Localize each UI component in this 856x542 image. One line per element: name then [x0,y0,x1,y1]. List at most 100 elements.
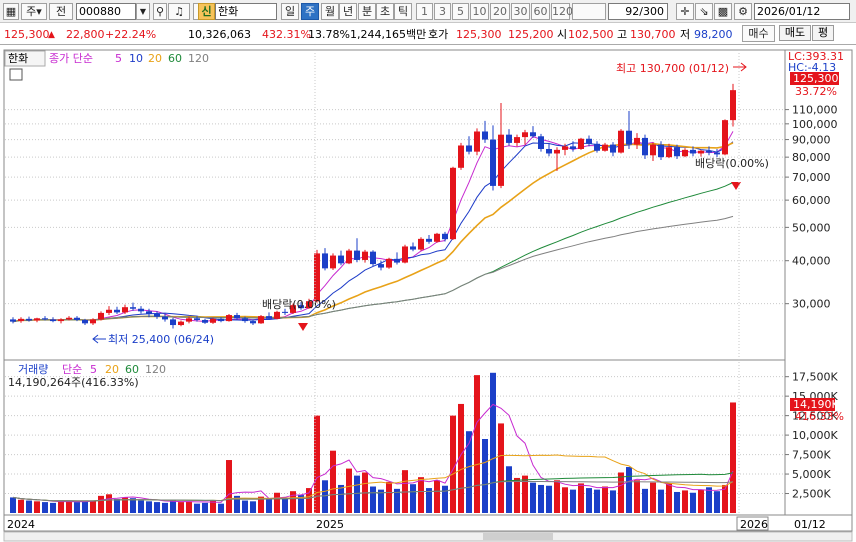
volume-bar [114,498,120,513]
candle-body [354,250,360,260]
date-field[interactable]: 2026/01/12 [754,3,850,20]
volume-bar [26,500,32,513]
candle-body [642,137,648,156]
volume-bar [642,488,648,513]
interval-1-button[interactable]: 3 [434,3,451,20]
volume-bar [242,500,248,513]
gear-icon[interactable]: ⚙ [734,3,752,20]
interval-5-button[interactable]: 30 [511,3,530,20]
volume-bar [538,484,544,513]
candle-body [714,152,720,155]
candle-body [378,264,384,268]
volume-bar [698,489,704,513]
interval-2-button[interactable]: 5 [452,3,469,20]
volume-bar [178,502,184,513]
candle-body [154,313,160,317]
volume-bar [626,467,632,513]
period-1-button[interactable]: 주 [301,3,319,20]
period-6-button[interactable]: 틱 [394,3,412,20]
interval-6-button[interactable]: 60 [531,3,550,20]
low-note: 최저 25,400 (06/24) [108,333,214,346]
scrollbar[interactable] [3,531,853,542]
count-field[interactable]: 92/300 [608,3,668,20]
prev-button[interactable]: 전 [49,3,73,20]
candle-body [362,251,368,260]
buy-button[interactable]: 매수 [742,25,775,42]
volume-bar [682,490,688,513]
candle-body [42,318,48,320]
volume-bar [546,485,552,513]
interval-4-button[interactable]: 20 [490,3,510,20]
code-input[interactable]: 000880 [76,3,136,20]
candle-body [530,132,536,137]
volume-tick-label: 2,500K [792,488,831,501]
interval-input[interactable] [572,3,606,20]
price-tick-label: 90,000 [792,134,831,147]
period-3-button[interactable]: 년 [339,3,357,20]
interval-3-button[interactable]: 10 [470,3,489,20]
volume-info: 14,190,264주(416.33%) [8,376,139,389]
candle-body [610,144,616,153]
volume-bar [74,502,80,513]
candle-body [330,255,336,269]
candle-body [458,145,464,168]
candle-body [66,317,72,320]
candle-body [418,238,424,250]
volume-bar [90,500,96,513]
save-icon[interactable]: ▩ [714,3,732,20]
eval-button[interactable]: 평 [812,25,834,41]
interval-7-button[interactable]: 120 [551,3,573,20]
volume-title: 거래량 [18,363,48,376]
stock-name-field[interactable]: 한화 [215,3,277,20]
speaker-icon[interactable]: ♫ [168,3,190,20]
current-volume-pct: 416.33% [795,410,844,423]
volume-bar [282,497,288,513]
bid-price: 125,200 [508,28,554,41]
volume-bar [274,492,280,513]
table-icon[interactable] [9,68,23,81]
chart-tool-icon[interactable]: ⇘ [695,3,713,20]
code-dropdown-icon[interactable]: ▼ [136,3,150,20]
open-label: 시 [557,28,568,41]
market-select[interactable]: 주▾ [21,3,47,20]
interval-0-button[interactable]: 1 [416,3,433,20]
candle-body [650,144,656,156]
candle-body [202,319,208,323]
volume-bar [650,482,656,513]
volume-value: 10,326,063 [188,28,251,41]
trade-amount: 1,244,165백만 [350,28,427,41]
crosshair-icon[interactable]: ✛ [676,3,694,20]
candle-body [106,309,112,313]
period-2-button[interactable]: 월 [321,3,339,20]
volume-bar [474,375,480,513]
volume-bar [10,497,16,513]
candle-body [98,312,104,320]
candle-body [346,250,352,264]
dividend-note-1: 배당락(0.00%) [262,298,336,311]
candle-body [130,307,136,309]
volume-bar [82,501,88,513]
current-price-axis-label: 125,300 [793,72,839,85]
period-5-button[interactable]: 초 [376,3,394,20]
candle-body [58,319,64,322]
layout-icon[interactable]: ▦ [3,3,19,20]
candle-body [522,132,528,138]
stock-tag: 한화 [8,52,28,65]
volume-bar [290,491,296,513]
sell-button[interactable]: 매도 [779,25,811,41]
scrollbar-thumb[interactable] [483,533,553,540]
stock-chart[interactable]: 한화 종가 단순 5 10 20 60 120 LC:393.31 HC:-4.… [0,45,856,542]
candle-body [514,137,520,143]
candle-body [226,315,232,322]
volume-bar [386,481,392,513]
volume-axis-ticks: 17,500K15,000K12,500K10,000K7,500K5,000K… [785,371,838,501]
volume-bar [306,488,312,513]
x-label-2026: 2026 [740,518,768,531]
candle-body [10,319,16,322]
search-icon[interactable]: ⚲ [153,3,167,20]
volume-ratio: 432.31% [262,28,311,41]
high-price: 130,700 [630,28,676,41]
volume-bar [202,502,208,513]
period-4-button[interactable]: 분 [358,3,376,20]
period-0-button[interactable]: 일 [281,3,299,20]
